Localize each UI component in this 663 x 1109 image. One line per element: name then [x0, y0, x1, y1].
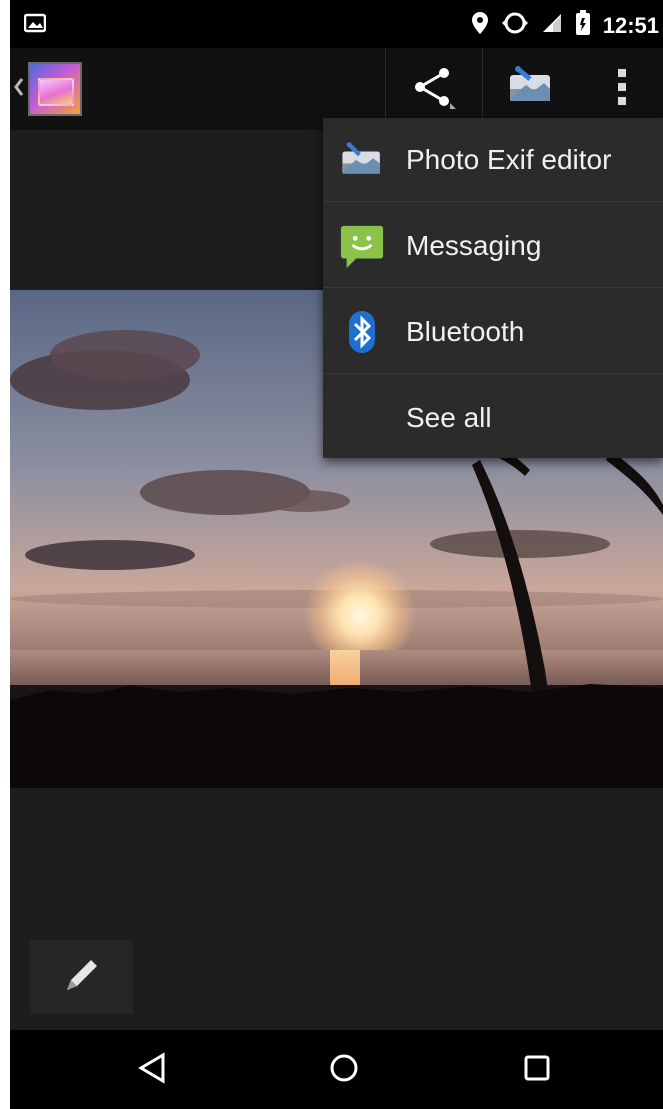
gallery-app-icon — [28, 62, 82, 116]
share-icon — [412, 65, 456, 114]
menu-item-bluetooth[interactable]: Bluetooth — [323, 290, 663, 374]
menu-item-label: Photo Exif editor — [406, 143, 612, 175]
home-circle-icon — [328, 1052, 360, 1089]
phone-screen: 12:51 Photo Exif editor Messaging Blueto… — [10, 0, 663, 1109]
pencil-icon — [61, 954, 103, 1001]
nav-recents-button[interactable] — [507, 1050, 567, 1090]
image-notification-icon — [23, 13, 47, 38]
menu-item-label: Bluetooth — [406, 315, 525, 347]
menu-item-label: See all — [406, 402, 492, 433]
menu-item-label: Messaging — [406, 229, 542, 261]
nav-back-button[interactable] — [122, 1050, 182, 1090]
overflow-menu-icon — [616, 67, 628, 112]
data-sync-icon — [501, 11, 529, 40]
cell-signal-icon — [541, 12, 563, 39]
chevron-left-icon — [14, 76, 24, 103]
location-icon — [471, 11, 489, 40]
recents-square-icon — [523, 1054, 551, 1087]
up-navigation-button[interactable] — [14, 62, 82, 116]
menu-item-see-all[interactable]: See all — [323, 376, 663, 460]
nav-home-button[interactable] — [314, 1050, 374, 1090]
bluetooth-icon — [339, 309, 385, 355]
back-triangle-icon — [137, 1051, 167, 1089]
system-navigation-bar — [10, 1030, 663, 1109]
edit-photo-button[interactable] — [30, 940, 133, 1014]
photo-exif-editor-icon — [504, 65, 558, 114]
battery-icon — [575, 10, 591, 41]
messaging-icon — [339, 223, 385, 269]
menu-item-messaging[interactable]: Messaging — [323, 204, 663, 288]
photo-exif-editor-icon — [339, 137, 385, 183]
clock: 12:51 — [602, 12, 659, 38]
status-bar: 12:51 — [10, 0, 663, 48]
menu-item-photo-exif-editor[interactable]: Photo Exif editor — [323, 118, 663, 202]
share-menu-popup: Photo Exif editor Messaging Bluetooth Se… — [323, 118, 663, 458]
